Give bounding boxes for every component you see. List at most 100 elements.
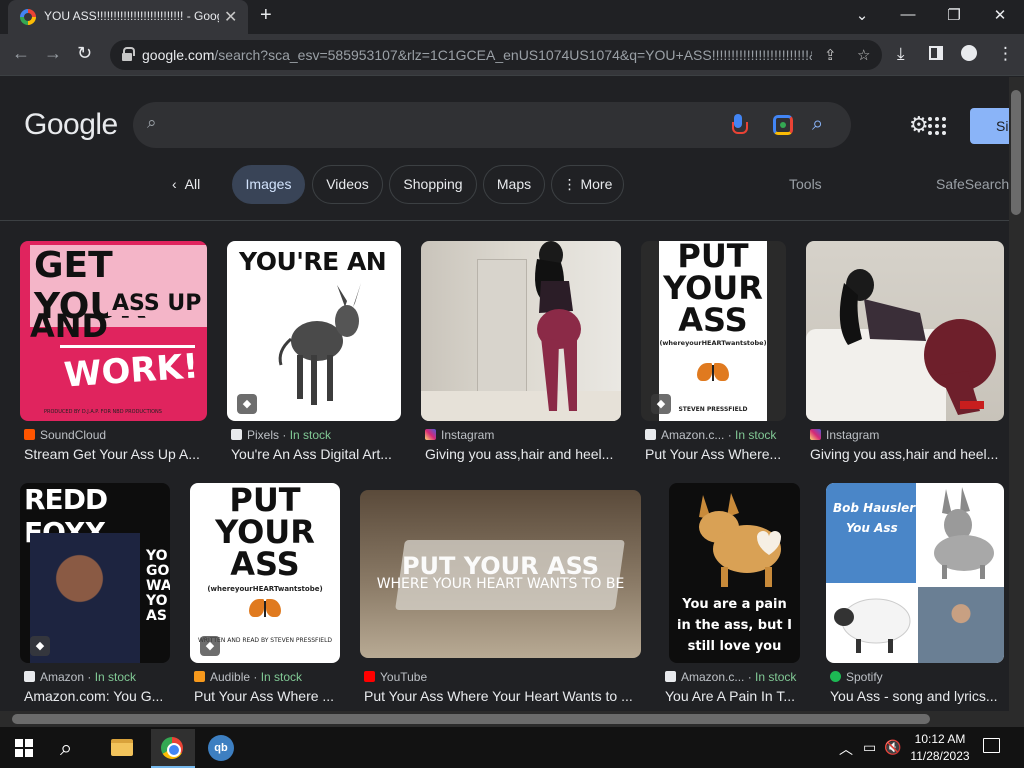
result-source: Pixels bbox=[247, 428, 280, 442]
tab-search-icon[interactable]: ⌄ bbox=[852, 6, 872, 24]
close-window-button[interactable]: ✕ bbox=[990, 6, 1010, 24]
stock-status: In stock bbox=[94, 670, 137, 684]
url-text[interactable]: google.com/search?sca_esv=585953107&rlz=… bbox=[142, 47, 812, 63]
result-source: Amazon.c... bbox=[681, 670, 745, 684]
stock-status: In stock bbox=[755, 670, 797, 684]
minimize-button[interactable]: — bbox=[898, 6, 918, 23]
result-thumbnail[interactable]: GET YOUR ASS UP AND WORK! PRODUCED BY D.… bbox=[20, 241, 207, 421]
back-arrow-icon[interactable]: ← bbox=[12, 43, 30, 64]
youtube-icon bbox=[364, 671, 375, 682]
result-title[interactable]: Put Your Ass Where Your Heart Wants to .… bbox=[364, 688, 641, 704]
google-apps-icon[interactable] bbox=[928, 117, 946, 135]
result-source: SoundCloud bbox=[40, 428, 107, 442]
amazon-icon bbox=[665, 671, 676, 682]
result-thumbnail[interactable]: YOU'RE AN ◆ bbox=[227, 241, 401, 421]
result-thumbnail[interactable] bbox=[806, 241, 1004, 421]
result-thumbnail[interactable]: You are a pain in the ass, but I still l… bbox=[669, 483, 800, 663]
result-thumbnail[interactable]: PUT YOUR ASS WHERE YOUR HEART WANTS TO B… bbox=[360, 490, 641, 658]
lens-search-icon[interactable] bbox=[773, 115, 793, 135]
browser-menu-icon[interactable]: ⋮ bbox=[997, 44, 1014, 64]
browser-tab[interactable]: YOU ASS!!!!!!!!!!!!!!!!!!!!!!!!!! - Goog… bbox=[8, 0, 248, 34]
safesearch-button[interactable]: SafeSearch bbox=[936, 176, 1009, 192]
network-icon[interactable]: ▭ bbox=[863, 739, 876, 756]
taskbar-clock[interactable]: 10:12 AM 11/28/2023 bbox=[905, 731, 975, 765]
side-panel-icon[interactable] bbox=[929, 46, 943, 60]
person-figure bbox=[535, 241, 581, 411]
donkey-illustration bbox=[934, 487, 994, 579]
clock-date: 11/28/2023 bbox=[910, 749, 970, 763]
tab-close-icon[interactable]: ✕ bbox=[224, 7, 237, 27]
lock-icon[interactable] bbox=[122, 47, 135, 61]
vertical-scroll-thumb[interactable] bbox=[1011, 90, 1021, 215]
book-cover: PUT YOUR ASS (whereyourHEARTwantstobe) S… bbox=[659, 241, 767, 421]
chip-shopping[interactable]: Shopping bbox=[389, 165, 477, 204]
voice-search-icon[interactable] bbox=[732, 114, 748, 136]
google-logo[interactable]: Google bbox=[24, 108, 118, 142]
result-thumbnail[interactable]: Bob Hausler You Ass bbox=[826, 483, 1004, 663]
result-thumbnail[interactable]: REDD FOXX YO GO WA YO AS ◆ bbox=[20, 483, 170, 663]
browser-toolbar: ← → ↻ google.com/search?sca_esv=58595310… bbox=[0, 34, 1024, 76]
chip-more[interactable]: ⋮ More bbox=[551, 165, 624, 204]
notifications-icon[interactable] bbox=[983, 738, 1000, 753]
profile-avatar-icon[interactable] bbox=[961, 45, 977, 61]
horizontal-scroll-thumb[interactable] bbox=[12, 714, 930, 724]
guitarist-photo bbox=[918, 587, 1004, 663]
volume-muted-icon[interactable]: 🔇 bbox=[884, 739, 901, 756]
result-title[interactable]: Giving you ass,hair and heel... bbox=[810, 446, 1004, 462]
result-source: YouTube bbox=[380, 670, 428, 684]
bookmark-star-icon[interactable]: ☆ bbox=[857, 46, 870, 64]
result-source: Instagram bbox=[826, 428, 880, 442]
search-icon: ⌕ bbox=[147, 113, 157, 132]
taskbar-search-icon[interactable]: ⌕ bbox=[60, 735, 72, 761]
result-thumbnail[interactable] bbox=[421, 241, 621, 421]
quickbooks-icon[interactable]: qb bbox=[208, 735, 234, 761]
pixels-icon bbox=[231, 429, 242, 440]
soundcloud-icon bbox=[24, 429, 35, 440]
google-favicon-icon bbox=[20, 9, 36, 25]
result-title[interactable]: Stream Get Your Ass Up A... bbox=[24, 446, 207, 462]
address-bar[interactable]: google.com/search?sca_esv=585953107&rlz=… bbox=[110, 40, 882, 70]
show-hidden-icons-icon[interactable]: ︿ bbox=[839, 739, 853, 759]
result-title[interactable]: Giving you ass,hair and heel... bbox=[425, 446, 621, 462]
download-icon[interactable]: ⤓ bbox=[897, 44, 905, 64]
audible-icon bbox=[194, 671, 205, 682]
result-title[interactable]: You're An Ass Digital Art... bbox=[231, 446, 401, 462]
share-icon[interactable]: ⇪ bbox=[824, 46, 837, 64]
dog-illustration bbox=[699, 493, 781, 587]
reload-icon[interactable]: ↻ bbox=[77, 43, 92, 64]
chip-videos[interactable]: Videos bbox=[312, 165, 383, 204]
tools-button[interactable]: Tools bbox=[789, 176, 822, 192]
chip-maps[interactable]: Maps bbox=[483, 165, 545, 204]
result-source: Spotify bbox=[846, 670, 883, 684]
amazon-icon bbox=[24, 671, 35, 682]
person-figure bbox=[839, 269, 996, 415]
result-title[interactable]: Put Your Ass Where... bbox=[645, 446, 790, 462]
result-title[interactable]: You Are A Pain In T... bbox=[665, 688, 810, 704]
file-explorer-icon[interactable] bbox=[111, 739, 133, 756]
restore-button[interactable]: ❐ bbox=[944, 6, 964, 24]
chip-all[interactable]: ‹ All bbox=[172, 165, 200, 204]
result-source: Audible bbox=[210, 670, 251, 684]
result-title[interactable]: You Ass - song and lyrics... bbox=[830, 688, 1004, 704]
chevron-left-icon: ‹ bbox=[172, 176, 177, 192]
chip-images[interactable]: Images bbox=[232, 165, 305, 204]
chrome-icon[interactable] bbox=[161, 737, 183, 759]
butterfly-icon bbox=[249, 599, 281, 619]
settings-gear-icon[interactable]: ⚙ bbox=[909, 112, 929, 138]
clock-time: 10:12 AM bbox=[914, 732, 966, 746]
result-thumbnail[interactable]: PUT YOUR ASS (whereyourHEARTwantstobe) S… bbox=[641, 241, 786, 421]
result-title[interactable]: Amazon.com: You G... bbox=[24, 688, 170, 704]
windows-start-icon[interactable] bbox=[15, 739, 33, 757]
search-submit-icon[interactable]: ⌕ bbox=[812, 113, 823, 136]
new-tab-button[interactable]: + bbox=[260, 4, 272, 27]
sheep-illustration bbox=[834, 598, 911, 653]
product-tag-icon: ◆ bbox=[237, 394, 257, 414]
stock-status: In stock bbox=[289, 428, 332, 442]
forward-arrow-icon[interactable]: → bbox=[44, 43, 62, 64]
result-thumbnail[interactable]: PUT YOUR ASS (whereyourHEARTwantstobe) W… bbox=[190, 483, 340, 663]
tab-title: YOU ASS!!!!!!!!!!!!!!!!!!!!!!!!!! - Goog… bbox=[44, 9, 219, 23]
header-divider bbox=[0, 220, 1010, 221]
product-tag-icon: ◆ bbox=[651, 394, 671, 414]
result-title[interactable]: Put Your Ass Where ... bbox=[194, 688, 340, 704]
door-shape bbox=[477, 259, 527, 399]
